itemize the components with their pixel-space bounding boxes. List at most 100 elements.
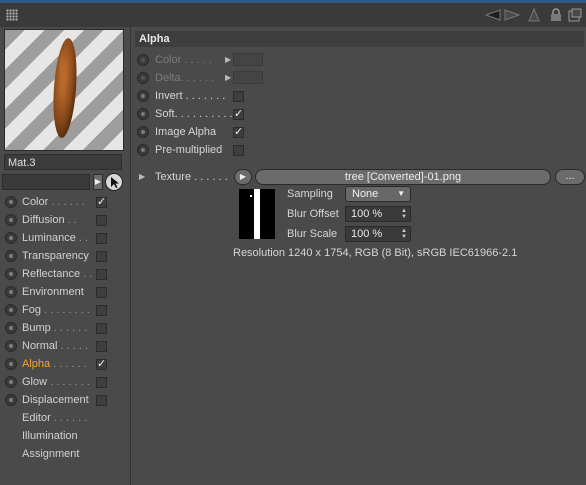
channel-checkbox[interactable] bbox=[96, 395, 107, 406]
texture-browse-button[interactable]: ... bbox=[555, 169, 585, 185]
channel-radio[interactable] bbox=[5, 250, 17, 262]
channel-label: Normal . . . . . bbox=[22, 340, 89, 352]
blur-offset-label: Blur Offset bbox=[287, 208, 339, 220]
texture-path-button[interactable]: tree [Converted]-01.png bbox=[255, 169, 551, 185]
channel-item-fog[interactable]: Fog . . . . . . . . bbox=[0, 301, 130, 319]
channel-item-normal[interactable]: Normal . . . . . bbox=[0, 337, 130, 355]
channel-checkbox[interactable] bbox=[96, 341, 107, 352]
channel-item-transparency[interactable]: Transparency bbox=[0, 247, 130, 265]
new-window-icon[interactable] bbox=[567, 6, 583, 24]
blur-offset-field[interactable]: 100 % ▲ ▼ bbox=[345, 206, 411, 222]
color-expand-icon[interactable]: ▶ bbox=[225, 51, 231, 69]
image-alpha-animate-radio[interactable] bbox=[137, 126, 149, 138]
channel-radio[interactable] bbox=[5, 196, 17, 208]
texture-expand-icon[interactable]: ▶ bbox=[139, 168, 145, 186]
material-preview[interactable] bbox=[4, 29, 124, 151]
channel-label: Assignment bbox=[22, 448, 80, 460]
blur-scale-value: 100 % bbox=[351, 228, 383, 240]
up-arrow-icon[interactable] bbox=[526, 6, 542, 24]
color-animate-radio[interactable] bbox=[137, 54, 149, 66]
channel-radio[interactable] bbox=[5, 376, 17, 388]
blur-scale-field[interactable]: 100 % ▲ ▼ bbox=[345, 226, 411, 242]
channel-item-illumination[interactable]: Illumination bbox=[0, 427, 130, 445]
material-name-field[interactable]: Mat.3 bbox=[4, 154, 122, 170]
image-alpha-label: Image Alpha bbox=[155, 126, 217, 138]
delta-animate-radio[interactable] bbox=[137, 72, 149, 84]
channel-label: Diffusion . . bbox=[22, 214, 77, 226]
channel-label: Fog . . . . . . . . bbox=[22, 304, 90, 316]
channel-label: Color . . . . . . bbox=[22, 196, 85, 208]
color-swatch[interactable] bbox=[233, 53, 263, 66]
channel-radio[interactable] bbox=[5, 358, 17, 370]
channel-checkbox[interactable] bbox=[96, 377, 107, 388]
channel-item-color[interactable]: Color . . . . . . ✓ bbox=[0, 193, 130, 211]
channel-item-assignment[interactable]: Assignment bbox=[0, 445, 130, 463]
channel-checkbox[interactable]: ✓ bbox=[96, 197, 107, 208]
channel-item-alpha[interactable]: Alpha . . . . . . ✓ bbox=[0, 355, 130, 373]
delta-label: Delta. . . . . . bbox=[155, 72, 215, 84]
image-alpha-checkbox[interactable]: ✓ bbox=[233, 127, 244, 138]
toolbar bbox=[0, 3, 586, 28]
channel-checkbox[interactable] bbox=[96, 287, 107, 298]
texture-menu-button[interactable]: ▶ bbox=[234, 169, 252, 185]
channel-label: Transparency bbox=[22, 250, 89, 262]
channel-radio[interactable] bbox=[5, 268, 17, 280]
invert-animate-radio[interactable] bbox=[137, 90, 149, 102]
sampling-value: None bbox=[352, 188, 379, 200]
channel-checkbox[interactable] bbox=[96, 305, 107, 316]
texture-label: Texture . . . . . . bbox=[155, 171, 228, 183]
texture-thumbnail[interactable] bbox=[239, 189, 275, 239]
pointer-cursor-icon[interactable] bbox=[105, 173, 123, 191]
forward-arrow-icon[interactable] bbox=[503, 6, 521, 24]
resolution-info: Resolution 1240 x 1754, RGB (8 Bit), sRG… bbox=[233, 247, 518, 259]
channel-radio[interactable] bbox=[5, 286, 17, 298]
back-arrow-icon[interactable] bbox=[484, 6, 502, 24]
channel-label: Luminance . . bbox=[22, 232, 89, 244]
channel-item-bump[interactable]: Bump . . . . . . bbox=[0, 319, 130, 337]
stepper-arrows-icon[interactable]: ▲ ▼ bbox=[401, 228, 407, 240]
channel-item-reflectance[interactable]: Reflectance . . bbox=[0, 265, 130, 283]
premultiplied-label: Pre-multiplied bbox=[155, 144, 223, 156]
channel-filter-row: ▶ bbox=[2, 173, 128, 191]
channel-label: Bump . . . . . . bbox=[22, 322, 88, 334]
filter-input[interactable] bbox=[2, 174, 90, 190]
channel-radio[interactable] bbox=[5, 214, 17, 226]
stepper-arrows-icon[interactable]: ▲ ▼ bbox=[401, 208, 407, 220]
material-channel-panel: Mat.3 ▶ Color . . . . . . ✓ Diffusion . . L… bbox=[0, 27, 131, 485]
invert-checkbox[interactable] bbox=[233, 91, 244, 102]
soft-animate-radio[interactable] bbox=[137, 108, 149, 120]
sampling-dropdown[interactable]: None ▼ bbox=[345, 186, 411, 202]
channel-checkbox[interactable]: ✓ bbox=[96, 359, 107, 370]
blur-scale-label: Blur Scale bbox=[287, 228, 338, 240]
channel-checkbox[interactable] bbox=[96, 269, 107, 280]
channel-checkbox[interactable] bbox=[96, 323, 107, 334]
filter-arrow-icon[interactable]: ▶ bbox=[93, 174, 103, 190]
texture-row: ▶ Texture . . . . . . ▶ tree [Converted]… bbox=[137, 168, 585, 186]
channel-radio[interactable] bbox=[5, 340, 17, 352]
channel-label: Environment bbox=[22, 286, 84, 298]
channel-label: Displacement bbox=[22, 394, 89, 406]
channel-item-environment[interactable]: Environment bbox=[0, 283, 130, 301]
channel-item-displacement[interactable]: Displacement bbox=[0, 391, 130, 409]
channel-radio[interactable] bbox=[5, 232, 17, 244]
soft-checkbox[interactable]: ✓ bbox=[233, 109, 244, 120]
delta-expand-icon[interactable]: ▶ bbox=[225, 69, 231, 87]
channel-radio[interactable] bbox=[5, 322, 17, 334]
lock-icon[interactable] bbox=[549, 6, 563, 24]
channel-item-diffusion[interactable]: Diffusion . . bbox=[0, 211, 130, 229]
alpha-properties-panel: Alpha Color . . . . . ▶ Delta. . . . . .… bbox=[131, 27, 586, 485]
channel-radio[interactable] bbox=[5, 304, 17, 316]
channel-item-editor[interactable]: Editor . . . . . . bbox=[0, 409, 130, 427]
premultiplied-animate-radio[interactable] bbox=[137, 144, 149, 156]
channel-radio[interactable] bbox=[5, 394, 17, 406]
channel-checkbox[interactable] bbox=[96, 215, 107, 226]
premultiplied-checkbox[interactable] bbox=[233, 145, 244, 156]
grip-icon[interactable] bbox=[6, 9, 18, 21]
channel-checkbox[interactable] bbox=[96, 251, 107, 262]
channel-item-glow[interactable]: Glow . . . . . . . bbox=[0, 373, 130, 391]
thumbnail-white-bar bbox=[254, 189, 260, 239]
channel-checkbox[interactable] bbox=[96, 233, 107, 244]
delta-swatch[interactable] bbox=[233, 71, 263, 84]
channel-item-luminance[interactable]: Luminance . . bbox=[0, 229, 130, 247]
channel-list: Color . . . . . . ✓ Diffusion . . Luminance… bbox=[0, 193, 130, 463]
